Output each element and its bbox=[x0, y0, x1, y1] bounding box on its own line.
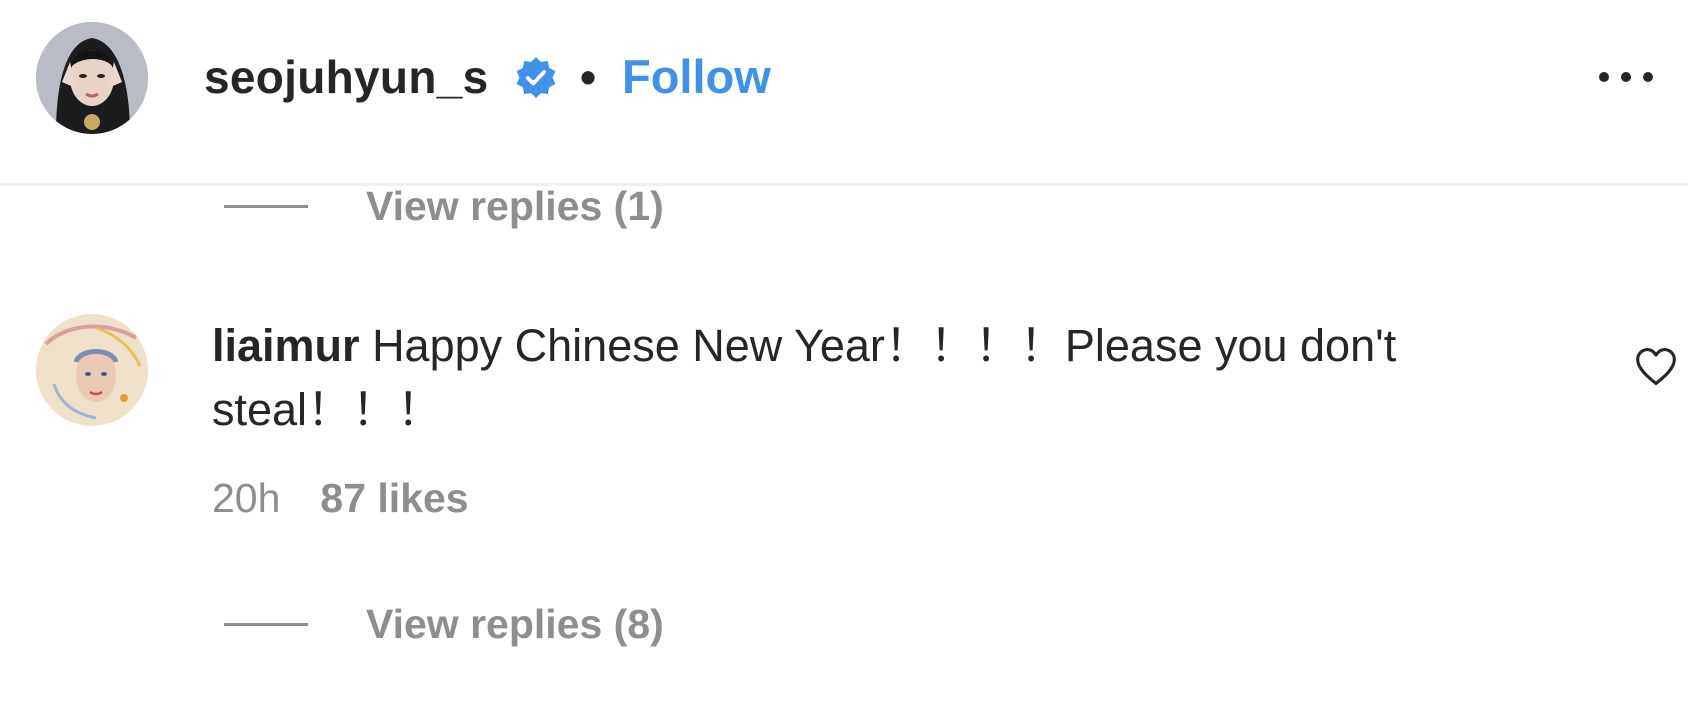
comment-timestamp: 20h bbox=[212, 475, 281, 521]
follow-button[interactable]: Follow bbox=[622, 44, 771, 110]
replies-divider-line bbox=[224, 623, 308, 626]
comment-text: Happy Chinese New Year！！！！Please you don… bbox=[212, 320, 1397, 435]
commenter-username[interactable]: liaimur bbox=[212, 320, 360, 371]
more-options-icon[interactable] bbox=[1596, 62, 1656, 92]
separator-dot: • bbox=[580, 51, 597, 103]
comment-likes-count[interactable]: 87 likes bbox=[320, 475, 468, 521]
view-replies-label: View replies (8) bbox=[366, 601, 664, 647]
profile-avatar[interactable] bbox=[36, 22, 148, 134]
replies-divider-line bbox=[224, 205, 308, 208]
profile-avatar-image bbox=[36, 22, 148, 134]
view-replies-label: View replies (1) bbox=[366, 183, 664, 229]
heart-outline-icon[interactable] bbox=[1634, 346, 1678, 388]
verified-badge-icon bbox=[516, 57, 556, 99]
post-header: seojuhyun_s • Follow bbox=[0, 0, 1688, 186]
commenter-avatar-image bbox=[36, 314, 148, 426]
post-author-username[interactable]: seojuhyun_s bbox=[204, 44, 489, 110]
comment-text-block: liaimur Happy Chinese New Year！！！！Please… bbox=[212, 314, 1542, 442]
comment-meta: 20h 87 likes bbox=[212, 468, 469, 528]
commenter-avatar[interactable] bbox=[36, 314, 148, 426]
